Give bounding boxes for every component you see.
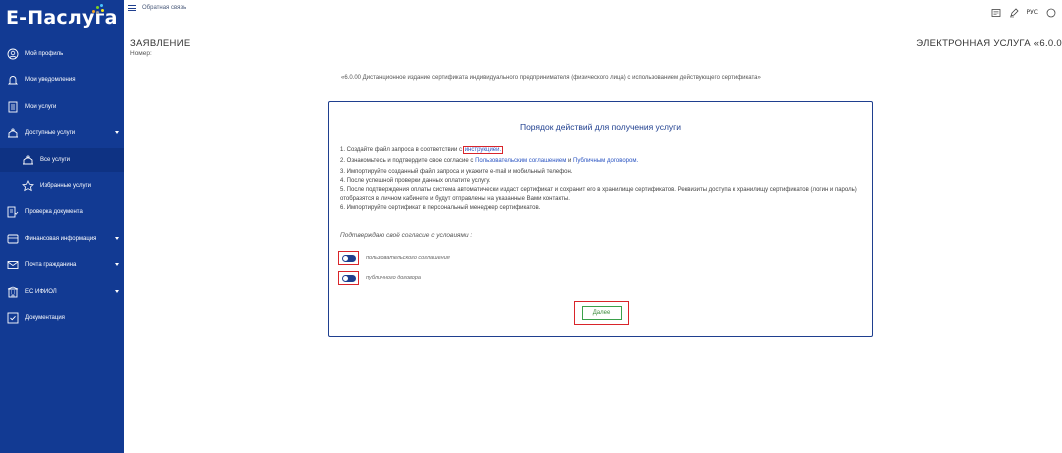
steps-list: 1. Создайте файл запроса в соответствии … [340,146,865,213]
user-account-icon[interactable] [1046,3,1056,22]
logo[interactable]: Е-Паслуга [0,0,124,36]
next-button-highlight: Далее [574,301,629,325]
sidebar-item-label: Избранные услуги [40,182,92,189]
public-contract-link[interactable]: Публичным договором. [573,158,638,164]
user-agreement-toggle-label: пользовательского соглашения [366,255,450,261]
chevron-down-icon [115,289,119,293]
user-agreement-toggle[interactable] [341,254,356,262]
topbar-actions: РУС [991,3,1056,22]
feedback-link[interactable]: Обратная связь [142,5,186,11]
services-icon [22,154,34,166]
news-icon[interactable] [991,3,1001,22]
sidebar-item-all-services[interactable]: Все услуги [0,147,124,172]
step-1-text: 1. Создайте файл запроса в соответствии … [340,147,464,153]
procedure-dialog: Порядок действий для получения услуги 1.… [328,101,873,337]
chevron-down-icon [115,263,119,267]
dialog-title: Порядок действий для получения услуги [519,122,682,132]
building-icon [7,286,19,298]
toggle-highlight [338,271,359,285]
language-switch[interactable]: РУС [1027,9,1038,16]
sidebar-item-label: Все услуги [40,156,70,163]
sidebar-item-available-services[interactable]: Доступные услуги [0,121,124,145]
sidebar-item-label: Финансовая информация [25,235,97,242]
main-content: Обратная связь РУС ЗАЯВЛЕНИЕ Номер: ЭЛЕК… [124,0,1062,453]
step-6: 6. Импортируйте сертификат в персональны… [340,205,541,211]
sidebar-item-notifications[interactable]: Мои уведомления [0,68,124,92]
consent-row-public-contract: публичного договора [338,271,421,285]
step-2-text: 2. Ознакомьтесь и подтвердите свое согла… [340,158,476,164]
document-list-icon [7,101,19,113]
topbar: Обратная связь РУС [124,0,1062,18]
checklist-icon [7,312,19,324]
step-5: 5. После подтверждения оплаты система ав… [340,187,857,202]
sidebar-item-financial-info[interactable]: Финансовая информация [0,227,124,251]
step-3: 3. Импортируйте созданный файл запроса и… [340,169,573,175]
sidebar-item-label: Почта гражданина [25,262,77,269]
sidebar-item-label: Мои услуги [25,103,57,110]
public-contract-toggle-label: публичного договора [366,275,421,281]
app-root: Е-Паслуга Мой профиль Мои уведомления Мо… [0,0,1062,453]
sidebar-item-label: Документация [25,314,65,321]
sidebar-item-document-check[interactable]: Проверка документа [0,200,124,224]
mail-icon [7,259,19,271]
next-button[interactable]: Далее [581,306,622,320]
sidebar-item-documentation[interactable]: Документация [0,306,124,330]
signature-pen-icon[interactable] [1009,3,1019,22]
sidebar-item-citizen-mail[interactable]: Почта гражданина [0,253,124,277]
menu-icon[interactable] [128,5,136,11]
step-1: 1. Создайте файл запроса в соответствии … [340,146,865,155]
service-description: «6.0.00 Дистанционное издание сертификат… [341,75,761,81]
step-2: 2. Ознакомьтесь и подтвердите свое согла… [340,157,865,166]
page-title: ЗАЯВЛЕНИЕ [130,38,191,49]
sidebar-item-label: Доступные услуги [25,130,76,137]
user-circle-icon [7,48,19,60]
sidebar-item-label: ЕС ИФИОЛ [25,288,57,295]
public-contract-toggle[interactable] [341,274,356,282]
bell-icon [7,74,19,86]
finance-icon [7,233,19,245]
service-title: ЭЛЕКТРОННАЯ УСЛУГА «6.0.0 [916,38,1062,49]
chevron-down-icon [115,236,119,240]
sidebar-item-my-services[interactable]: Мои услуги [0,95,124,119]
document-check-icon [7,206,19,218]
sidebar-item-label: Мои уведомления [25,77,76,84]
application-number-label: Номер: [130,50,152,57]
user-agreement-link[interactable]: Пользовательским соглашением [475,158,566,164]
sidebar-item-label: Мой профиль [25,51,64,57]
consent-label: Подтверждаю своё согласие с условиями : [340,232,473,239]
logo-dots-icon [92,4,106,16]
chevron-down-icon [115,131,119,135]
sidebar: Е-Паслуга Мой профиль Мои уведомления Мо… [0,0,124,453]
toggle-highlight [338,251,359,265]
sidebar-item-label: Проверка документа [25,209,83,216]
instruction-link[interactable]: инструкцией. [462,146,504,154]
sidebar-item-favorite-services[interactable]: Избранные услуги [0,174,124,198]
step-4: 4. После успешной проверки данных оплати… [340,178,491,184]
star-icon [22,179,34,192]
sidebar-item-profile[interactable]: Мой профиль [0,42,124,66]
sidebar-item-es-ifiol[interactable]: ЕС ИФИОЛ [0,280,124,304]
services-icon [7,127,19,139]
sidebar-nav: Мой профиль Мои уведомления Мои услуги Д… [0,36,124,330]
consent-row-user-agreement: пользовательского соглашения [338,251,450,265]
